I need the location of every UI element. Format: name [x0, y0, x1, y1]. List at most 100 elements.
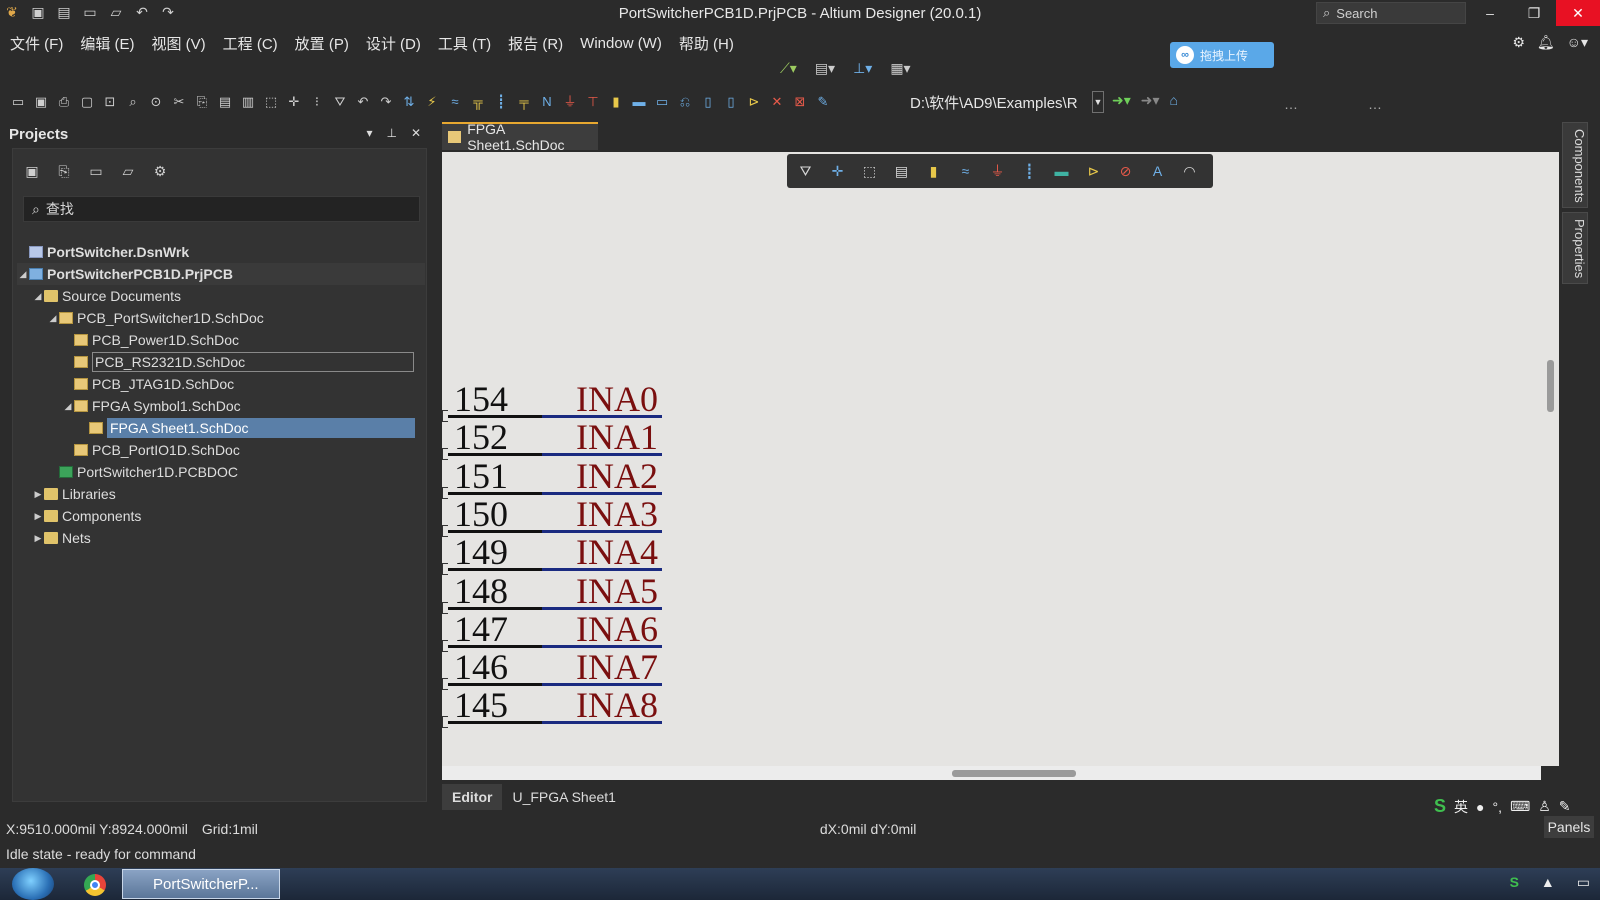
zoom-fit-icon[interactable]: ⊡ — [102, 94, 118, 110]
schematic-pin[interactable]: 148 INA5 — [442, 572, 672, 614]
menu-project[interactable]: 工程 (C) — [223, 33, 278, 54]
bell-icon[interactable]: 🔔︎ — [1537, 34, 1555, 51]
open-folder-icon[interactable]: ▭ — [10, 94, 26, 110]
wire-icon[interactable]: ≈ — [957, 163, 974, 180]
vcc-port-icon[interactable]: ⊤ — [585, 94, 601, 110]
properties-panel-tab[interactable]: Properties — [1562, 212, 1588, 284]
tree-item[interactable]: PCB_Power1D.SchDoc — [17, 329, 425, 351]
ime-punct-icon[interactable]: °, — [1492, 799, 1502, 815]
gnd-icon[interactable]: ⏚ — [989, 163, 1006, 180]
tree-item[interactable]: ▶ Nets — [17, 527, 425, 549]
align-tool-icon[interactable]: ▤▾ — [815, 60, 835, 77]
net-label[interactable]: INA7 — [576, 648, 658, 686]
vertical-scrollbar[interactable] — [1541, 152, 1559, 766]
menu-place[interactable]: 放置 (P) — [295, 33, 349, 54]
place-part-icon[interactable]: ▮ — [608, 94, 624, 110]
tree-item[interactable]: ◢ PortSwitcherPCB1D.PrjPCB — [17, 263, 425, 285]
device-sheet-icon[interactable]: ⎌ — [677, 94, 693, 110]
rubber-stamp-icon[interactable]: ▥ — [240, 94, 256, 110]
place-port-icon[interactable]: ⊳ — [746, 94, 762, 110]
document-path[interactable]: D:\软件\AD9\Examples\R — [910, 91, 1100, 113]
harness-entry-icon[interactable]: ▯ — [723, 94, 739, 110]
panels-button[interactable]: Panels — [1544, 816, 1594, 838]
no-erc-icon[interactable]: ✕ — [769, 94, 785, 110]
schematic-pin[interactable]: 145 INA8 — [442, 686, 672, 729]
save-icon[interactable]: ▣ — [33, 94, 49, 110]
wire-tool-icon[interactable]: ⟋▾ — [780, 60, 797, 77]
menu-help[interactable]: 帮助 (H) — [679, 33, 734, 54]
schematic-pin[interactable]: 154 INA0 — [442, 380, 672, 422]
move-icon[interactable]: ✛ — [829, 163, 846, 180]
tab-fpga-sheet1[interactable]: FPGA Sheet1.SchDoc — [442, 121, 598, 153]
print-icon[interactable]: ⎙ — [56, 94, 72, 110]
user-icon[interactable]: ☺▾ — [1567, 34, 1588, 51]
keyboard-icon[interactable]: ⌨ — [1510, 798, 1530, 815]
menu-edit[interactable]: 编辑 (E) — [80, 33, 134, 54]
paste-icon[interactable]: ▤ — [217, 94, 233, 110]
components-panel-tab[interactable]: Components — [1562, 122, 1588, 208]
search-input[interactable]: ⌕ Search — [1316, 2, 1466, 24]
sheet-entry-icon[interactable]: ▭ — [654, 94, 670, 110]
back-arrow-icon[interactable]: ➜▾ — [1112, 92, 1131, 109]
tab-editor[interactable]: Editor — [442, 784, 503, 810]
bus-entry-icon[interactable]: ┋ — [493, 94, 509, 110]
skin-icon[interactable]: ♙ — [1538, 798, 1551, 815]
sheet-symbol-icon[interactable]: ▬ — [631, 94, 647, 110]
redo-icon[interactable]: ↷ — [378, 94, 394, 110]
schematic-pin[interactable]: 152 INA1 — [442, 418, 672, 461]
port-icon[interactable]: ⊳ — [1085, 163, 1102, 180]
tray-expand-icon[interactable]: ▲ — [1541, 874, 1555, 891]
harness-icon[interactable]: ┋ — [1021, 163, 1038, 180]
net-label[interactable]: INA8 — [576, 686, 658, 724]
expand-arrow-icon[interactable]: ◢ — [32, 291, 44, 302]
undo-icon[interactable]: ↶ — [355, 94, 371, 110]
directive-icon[interactable]: ⊘ — [1117, 163, 1134, 180]
pin-icon[interactable]: ⊥ — [386, 126, 396, 140]
menu-design[interactable]: 设计 (D) — [366, 33, 421, 54]
net-label[interactable]: INA2 — [576, 457, 658, 495]
upload-button[interactable]: ∞ 拖拽上传 — [1170, 42, 1274, 68]
tree-item[interactable]: ◢ FPGA Symbol1.SchDoc — [17, 395, 425, 417]
toolbar-overflow-icon-2[interactable]: … — [1368, 96, 1382, 112]
tree-item[interactable]: ◢ Source Documents — [17, 285, 425, 307]
panel-menu-icon[interactable]: ▾ — [366, 126, 372, 140]
folder-icon[interactable]: ▱ — [119, 163, 137, 181]
tree-item[interactable]: PortSwitcher.DsnWrk — [17, 241, 425, 263]
pen-icon[interactable]: ✎ — [815, 94, 831, 110]
net-label[interactable]: INA3 — [576, 495, 658, 533]
expand-arrow-icon[interactable]: ◢ — [47, 313, 59, 324]
gear-icon[interactable]: ⚙ — [1512, 34, 1525, 51]
harness-icon[interactable]: ╤ — [516, 94, 532, 110]
schematic-pin[interactable]: 146 INA7 — [442, 648, 672, 691]
select-area-icon[interactable]: ⬚ — [263, 94, 279, 110]
filter-icon[interactable]: ⛛ — [797, 163, 814, 180]
grid-tool-icon[interactable]: ▦▾ — [890, 60, 910, 77]
zoom-selected-icon[interactable]: ⊙ — [148, 94, 164, 110]
menu-file[interactable]: 文件 (F) — [10, 33, 63, 54]
tree-item[interactable]: PortSwitcher1D.PCBDOC — [17, 461, 425, 483]
collapse-arrow-icon[interactable]: ▶ — [32, 511, 44, 522]
move-icon[interactable]: ✛ — [286, 94, 302, 110]
place-bus-icon[interactable]: ╦ — [470, 94, 486, 110]
schematic-pin[interactable]: 149 INA4 — [442, 533, 672, 576]
ime-language[interactable]: 英 — [1454, 797, 1468, 817]
add-document-icon[interactable]: ⎘ — [55, 163, 73, 181]
menu-tools[interactable]: 工具 (T) — [438, 33, 491, 54]
net-label-icon[interactable]: N — [539, 94, 555, 110]
expand-arrow-icon[interactable]: ◢ — [62, 401, 74, 412]
collapse-arrow-icon[interactable]: ▶ — [32, 533, 44, 544]
cross-probe-icon[interactable]: ⚡ — [424, 94, 440, 110]
sheet-symbol-icon[interactable]: ▬ — [1053, 163, 1070, 180]
arc-icon[interactable]: ◠ — [1181, 163, 1198, 180]
place-wire-icon[interactable]: ≈ — [447, 94, 463, 110]
expand-arrow-icon[interactable]: ◢ — [17, 269, 29, 280]
home-icon[interactable]: ⌂ — [1170, 92, 1178, 109]
align-icon[interactable]: ▤ — [893, 163, 910, 180]
schematic-canvas[interactable]: ⛛ ✛ ⬚ ▤ ▮ ≈ ⏚ ┋ ▬ ⊳ ⊘ A ◠ 154 INA0 152 INA1… — [442, 152, 1541, 766]
horizontal-scroll-thumb[interactable] — [952, 770, 1076, 777]
tree-item[interactable]: ▶ Libraries — [17, 483, 425, 505]
net-label[interactable]: INA4 — [576, 533, 658, 571]
horizontal-scrollbar[interactable] — [442, 766, 1541, 780]
hierarchy-icon[interactable]: ⇅ — [401, 94, 417, 110]
start-button[interactable] — [12, 868, 54, 900]
